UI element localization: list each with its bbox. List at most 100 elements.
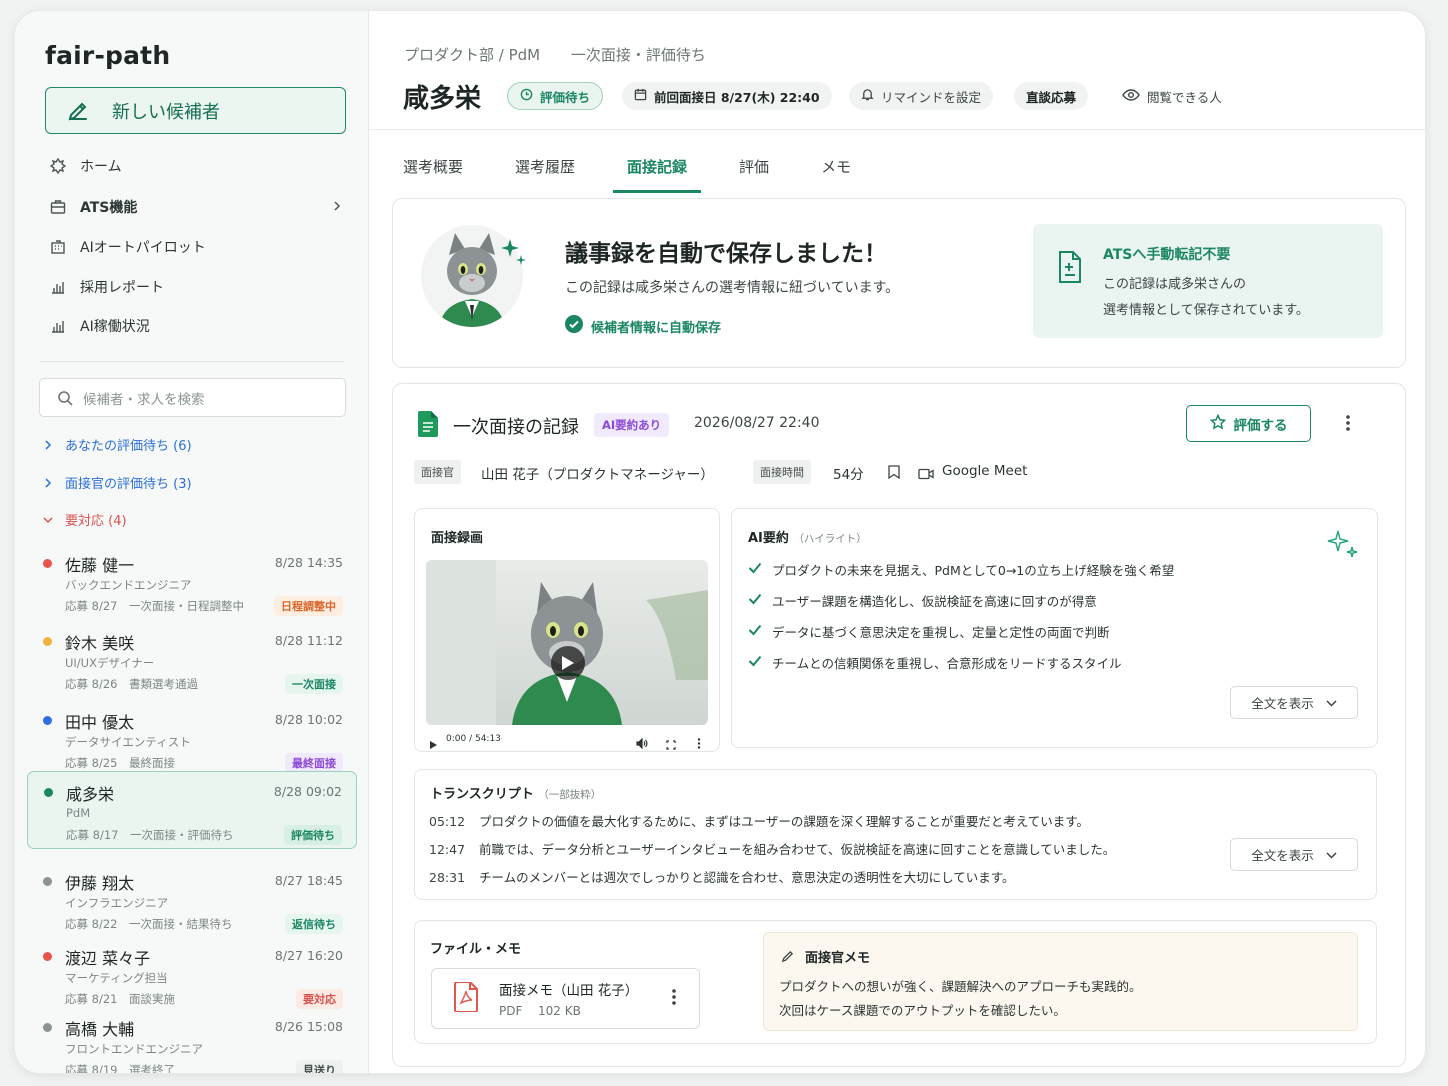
status-dot: [43, 716, 52, 725]
play-button[interactable]: [551, 646, 585, 680]
remind-button[interactable]: リマインドを設定: [849, 82, 994, 110]
nav-label: AI稼働状況: [80, 319, 150, 335]
more-vertical-icon[interactable]: [1345, 414, 1351, 436]
nav-label: ホーム: [80, 159, 122, 175]
app-window: fair-path 新しい候補者 ホーム ATS機能 AIオートパイロット 採用…: [14, 10, 1426, 1074]
status-dot: [43, 952, 52, 961]
candidate-item[interactable]: 鈴木 美咲 8/28 11:12 UI/UXデザイナー 応募 8/26 書類選考通過 一…: [27, 621, 357, 699]
clock-icon: [520, 88, 533, 104]
tab-evaluation[interactable]: 評価: [739, 156, 769, 177]
show-all-label: 全文を表示: [1251, 696, 1314, 711]
nav-ats[interactable]: ATS機能: [41, 190, 351, 224]
chevron-down-icon: [1326, 847, 1337, 862]
files-label: ファイル・メモ: [430, 942, 522, 957]
auto-saved-label: 候補者情報に自動保存: [591, 320, 722, 336]
new-candidate-label: 新しい候補者: [112, 101, 220, 123]
group-action-required[interactable]: 要対応 (4): [43, 510, 127, 529]
candidate-item[interactable]: 田中 優太 8/28 10:02 データサイエンティスト 応募 8/25 最終面接 最終…: [27, 700, 357, 778]
breadcrumb-dept[interactable]: プロダクト部 / PdM: [404, 46, 540, 64]
sparkle-icon: [501, 239, 527, 273]
sparkle-icon: [1326, 529, 1360, 565]
group-interviewer-evaluation[interactable]: 面接官の評価待ち (3): [43, 473, 192, 492]
check-icon: [748, 562, 762, 577]
candidate-name: 咸多栄: [66, 785, 115, 804]
candidate-time: 8/26 15:08: [274, 1019, 343, 1034]
tab-memo[interactable]: メモ: [821, 156, 851, 177]
new-candidate-button[interactable]: 新しい候補者: [45, 87, 346, 134]
briefcase-icon: [45, 199, 71, 215]
transcript-show-all-button[interactable]: 全文を表示: [1230, 838, 1358, 871]
memo-line-2: 次回はケース課題でのアウトプットを確認したい。: [779, 1003, 1066, 1018]
tab-interview-record[interactable]: 面接記録: [613, 156, 702, 193]
fullscreen-icon[interactable]: [666, 735, 676, 754]
nav-ai-status[interactable]: AI稼働状況: [41, 309, 351, 343]
nav-ai-autopilot[interactable]: AIオートパイロット: [41, 230, 351, 264]
evaluate-button[interactable]: 評価する: [1186, 405, 1311, 442]
ats-description: この記録は咸多栄さんの 選考情報として保存されています。: [1103, 272, 1309, 324]
video-more-icon[interactable]: [697, 734, 701, 753]
summary-show-all-button[interactable]: 全文を表示: [1230, 686, 1358, 719]
ai-summary-section: AI要約 （ハイライト） プロダクトの未来を見据え、PdMとして0→1の立ち上げ…: [731, 508, 1378, 748]
file-card[interactable]: 面接メモ（山田 花子） PDF 102 KB: [431, 968, 700, 1029]
status-badge[interactable]: 評価待ち: [507, 82, 604, 110]
candidate-badge: 一次面接: [285, 674, 343, 694]
check-icon: [748, 624, 762, 639]
tab-overview[interactable]: 選考概要: [403, 156, 463, 177]
candidate-badge: 評価待ち: [284, 825, 342, 845]
transcript-title: トランスクリプト: [430, 787, 534, 802]
candidate-time: 8/28 11:12: [274, 633, 343, 648]
file-more-icon[interactable]: [671, 988, 677, 1010]
sidebar-divider: [39, 361, 345, 362]
video-player[interactable]: [426, 560, 708, 725]
transcript-timestamp[interactable]: 12:47: [429, 842, 465, 857]
interviewer-tag: 面接官: [414, 460, 461, 484]
summary-point-text: データに基づく意思決定を重視し、定量と定性の両面で判断: [772, 625, 1110, 640]
ai-summary-title: AI要約: [748, 531, 789, 546]
group-label: あなたの評価待ち (6): [65, 439, 192, 454]
last-interview-chip: 前回面接日 8/27(木) 22:40: [622, 82, 832, 110]
candidate-role: フロントエンドエンジニア: [65, 1042, 203, 1056]
main-content: プロダクト部 / PdM 一次面接・評価待ち 咸多栄 評価待ち 前回面接日 8/…: [370, 11, 1425, 1073]
group-your-evaluation[interactable]: あなたの評価待ち (6): [43, 435, 192, 454]
breadcrumb: プロダクト部 / PdM 一次面接・評価待ち: [404, 44, 732, 65]
candidate-item[interactable]: 咸多栄 8/28 09:02 PdM 応募 8/17 一次面接・評価待ち 評価待ち: [27, 771, 357, 849]
volume-icon[interactable]: [636, 734, 648, 753]
ats-line-2: 選考情報として保存されています。: [1103, 303, 1309, 318]
summary-point: プロダクトの未来を見据え、PdMとして0→1の立ち上げ経験を強く希望: [748, 560, 1174, 579]
transcript-line: 28:31 チームのメンバーとは週次でしっかりと認識を合わせ、意思決定の透明性を大…: [429, 867, 1015, 886]
play-small-icon[interactable]: [429, 735, 438, 754]
duration-value: 54分: [833, 467, 864, 483]
candidate-item[interactable]: 渡辺 菜々子 8/27 16:20 マーケティング担当 応募 8/21 面談実施 要対応: [27, 936, 357, 1014]
ai-summary-tag: AI要約あり: [594, 413, 670, 437]
video-label: 面接録画: [431, 531, 484, 546]
auto-saved-status: 候補者情報に自動保存: [565, 315, 721, 337]
nav-home[interactable]: ホーム: [41, 149, 351, 183]
ai-summary-label: AI要約 （ハイライト）: [748, 527, 867, 546]
google-docs-icon: [418, 411, 438, 441]
candidate-status: 応募 8/22 一次面接・結果待ち: [65, 917, 233, 931]
candidate-name: 鈴木 美咲: [65, 634, 135, 653]
transcript-section: トランスクリプト （一部抜粋） 05:12 プロダクトの価値を最大化するために、ま…: [414, 769, 1377, 900]
ai-summary-sub: （ハイライト）: [793, 533, 867, 545]
candidate-status: 応募 8/25 最終面接: [65, 756, 175, 770]
transcript-timestamp[interactable]: 05:12: [429, 814, 465, 829]
evaluate-label: 評価する: [1233, 417, 1288, 434]
app-logo: fair-path: [45, 41, 171, 70]
candidate-item[interactable]: 佐藤 健一 8/28 14:35 バックエンドエンジニア 応募 8/27 一次面接・日…: [27, 543, 357, 621]
candidate-item[interactable]: 高橋 大輔 8/26 15:08 フロントエンドエンジニア 応募 8/19 選考終了 見…: [27, 1007, 357, 1073]
breadcrumb-stage: 一次面接・評価待ち: [570, 46, 706, 64]
transcript-text: チームのメンバーとは週次でしっかりと認識を合わせ、意思決定の透明性を大切にしてい…: [479, 870, 1015, 885]
ats-title: ATSへ手動転記不要: [1103, 247, 1231, 263]
search-input[interactable]: 候補者・求人を検索: [39, 378, 346, 417]
candidate-role: マーケティング担当: [65, 971, 168, 985]
viewers-button[interactable]: 閲覧できる人: [1110, 82, 1234, 110]
candidate-name: 田中 優太: [65, 713, 135, 732]
transcript-label: トランスクリプト （一部抜粋）: [430, 783, 601, 802]
transcript-timestamp[interactable]: 28:31: [429, 870, 465, 885]
candidate-role: データサイエンティスト: [65, 735, 191, 749]
show-all-label: 全文を表示: [1251, 848, 1314, 863]
candidate-item[interactable]: 伊藤 翔太 8/27 18:45 インフラエンジニア 応募 8/22 一次面接・結果待…: [27, 861, 357, 939]
viewers-label: 閲覧できる人: [1147, 89, 1222, 105]
nav-hiring-report[interactable]: 採用レポート: [41, 270, 351, 304]
tab-history[interactable]: 選考履歴: [515, 156, 575, 177]
